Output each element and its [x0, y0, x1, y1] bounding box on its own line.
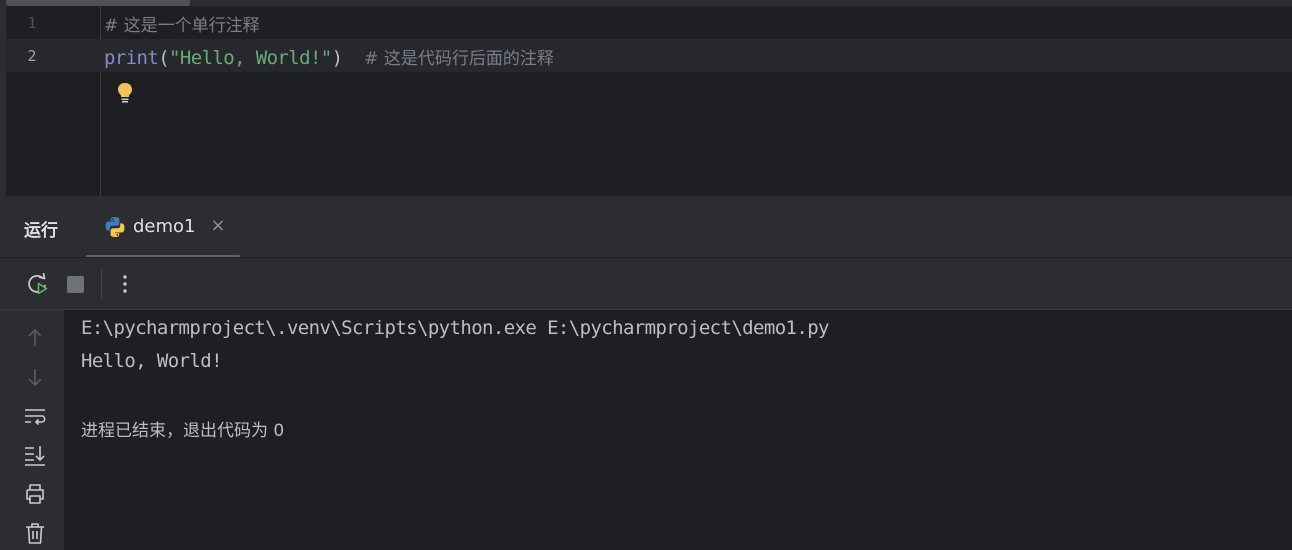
run-toolbar: [0, 258, 1292, 310]
comment-token: # 这是一个单行注释: [104, 16, 260, 36]
code-text[interactable]: # 这是一个单行注释: [104, 11, 260, 36]
print-icon[interactable]: [22, 481, 48, 507]
toolbar-separator: [101, 269, 102, 299]
string-token: "Hello, World!": [169, 47, 332, 69]
comment-token: # 这是代码行后面的注释: [364, 49, 554, 69]
code-line-1[interactable]: 1 # 这是一个单行注释: [6, 6, 1292, 39]
scroll-down-icon[interactable]: [22, 364, 48, 390]
line-number: 2: [27, 47, 37, 65]
scroll-to-end-icon[interactable]: [22, 442, 48, 468]
tab-demo1[interactable]: demo1 ×: [86, 196, 240, 258]
paren-token: (: [158, 47, 170, 69]
code-line-2[interactable]: 2 print("Hello, World!") # 这是代码行后面的注释: [6, 39, 1292, 72]
console-output-line: Hello, World!: [81, 350, 223, 372]
stop-icon[interactable]: [62, 270, 90, 298]
console-side-toolbar: [0, 310, 64, 550]
intention-bulb-icon[interactable]: [116, 81, 134, 105]
more-options-icon[interactable]: [111, 270, 139, 298]
tab-label: demo1: [133, 216, 196, 237]
run-console-output[interactable]: E:\pycharmproject\.venv\Scripts\python.e…: [64, 310, 1292, 550]
soft-wrap-icon[interactable]: [22, 403, 48, 429]
builtin-token: print: [104, 47, 159, 69]
code-text[interactable]: print("Hello, World!") # 这是代码行后面的注释: [104, 44, 554, 69]
python-icon: [105, 217, 125, 237]
console-command-line: E:\pycharmproject\.venv\Scripts\python.e…: [81, 317, 829, 339]
code-editor[interactable]: 1 # 这是一个单行注释 2 print("Hello, World!") # …: [0, 0, 1292, 196]
close-icon[interactable]: ×: [210, 215, 226, 236]
scroll-up-icon[interactable]: [22, 325, 48, 351]
console-exit-message: 进程已结束，退出代码为 0: [81, 421, 285, 441]
run-panel-title: 运行: [24, 221, 58, 241]
run-tool-window-header: 运行 demo1 ×: [0, 196, 1292, 258]
paren-token: ): [331, 47, 343, 69]
rerun-icon[interactable]: [24, 270, 52, 298]
clear-trash-icon[interactable]: [22, 520, 48, 546]
line-number: 1: [27, 14, 37, 32]
